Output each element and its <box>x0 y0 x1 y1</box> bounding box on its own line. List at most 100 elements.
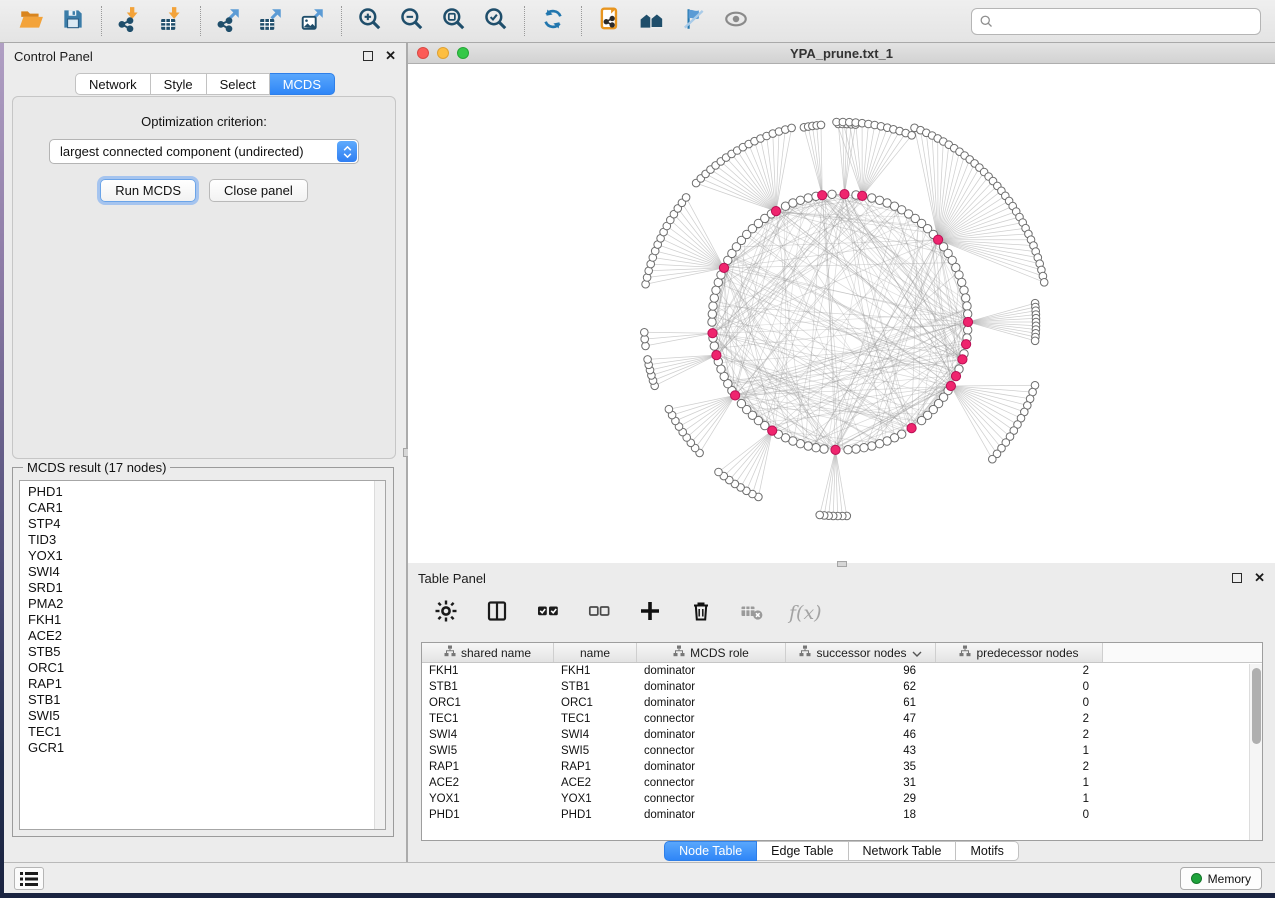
network-leaf-node[interactable] <box>1040 279 1048 287</box>
mcds-node[interactable] <box>818 191 827 200</box>
mcds-result-item[interactable]: STP4 <box>20 516 385 532</box>
table-row[interactable]: ACE2ACE2connector311 <box>422 775 1262 791</box>
close-table-panel-icon[interactable]: ✕ <box>1254 573 1265 583</box>
criterion-dropdown[interactable]: largest connected component (undirected) <box>49 139 359 164</box>
mcds-result-item[interactable]: ORC1 <box>20 660 385 676</box>
network-leaf-node[interactable] <box>644 356 652 364</box>
network-node[interactable] <box>804 442 812 450</box>
mcds-result-item[interactable]: STB5 <box>20 644 385 660</box>
mcds-result-item[interactable]: PMA2 <box>20 596 385 612</box>
network-home-button[interactable] <box>635 4 669 38</box>
mcds-result-item[interactable]: TID3 <box>20 532 385 548</box>
network-node[interactable] <box>963 302 971 310</box>
mcds-node[interactable] <box>708 329 717 338</box>
network-node[interactable] <box>868 194 876 202</box>
settings-button[interactable] <box>432 599 460 627</box>
import-table-button[interactable] <box>155 4 189 38</box>
network-leaf-node[interactable] <box>1031 337 1039 345</box>
tab-motifs[interactable]: Motifs <box>956 841 1018 861</box>
tab-mcds[interactable]: MCDS <box>270 73 335 95</box>
table-scrollbar-thumb[interactable] <box>1252 668 1261 744</box>
table-row[interactable]: RAP1RAP1dominator352 <box>422 759 1262 775</box>
mcds-node[interactable] <box>962 340 971 349</box>
export-network-button[interactable] <box>212 4 246 38</box>
network-node[interactable] <box>712 286 720 294</box>
table-row[interactable]: TEC1TEC1connector472 <box>422 711 1262 727</box>
save-session-button[interactable] <box>56 4 90 38</box>
network-leaf-node[interactable] <box>665 405 673 413</box>
float-panel-icon[interactable] <box>363 51 373 61</box>
mcds-result-item[interactable]: YOX1 <box>20 548 385 564</box>
column-header-name[interactable]: name <box>554 643 637 662</box>
mcds-list-scrollbar[interactable] <box>374 481 385 829</box>
network-node[interactable] <box>812 444 820 452</box>
network-node[interactable] <box>828 190 836 198</box>
show-graphics-button[interactable] <box>719 4 753 38</box>
mcds-node[interactable] <box>731 391 740 400</box>
column-header-shared-name[interactable]: shared name <box>422 643 554 662</box>
export-table-button[interactable] <box>254 4 288 38</box>
network-node[interactable] <box>709 302 717 310</box>
mcds-result-item[interactable]: RAP1 <box>20 676 385 692</box>
mcds-result-item[interactable]: FKH1 <box>20 612 385 628</box>
mcds-result-item[interactable]: CAR1 <box>20 500 385 516</box>
network-leaf-node[interactable] <box>641 329 649 337</box>
tab-style[interactable]: Style <box>151 73 207 95</box>
mcds-node[interactable] <box>946 381 955 390</box>
mcds-result-item[interactable]: GCR1 <box>20 740 385 756</box>
mcds-result-item[interactable]: SWI5 <box>20 708 385 724</box>
column-header-MCDS-role[interactable]: MCDS role <box>637 643 786 662</box>
mcds-node[interactable] <box>831 445 840 454</box>
hide-graphics-button[interactable] <box>677 4 711 38</box>
task-history-button[interactable] <box>14 867 44 890</box>
table-row[interactable]: STB1STB1dominator620 <box>422 679 1262 695</box>
import-network-button[interactable] <box>113 4 147 38</box>
delete-table-button[interactable] <box>738 599 766 627</box>
network-leaf-node[interactable] <box>817 121 825 129</box>
horizontal-splitter-grip[interactable] <box>837 561 847 567</box>
mcds-node[interactable] <box>840 190 849 199</box>
tab-network[interactable]: Network <box>75 73 151 95</box>
tab-edge-table[interactable]: Edge Table <box>757 841 848 861</box>
zoom-in-button[interactable] <box>353 4 387 38</box>
mcds-node[interactable] <box>907 424 916 433</box>
column-header-successor-nodes[interactable]: successor nodes <box>786 643 936 662</box>
apply-function-button[interactable]: f(x) <box>789 602 822 624</box>
network-node[interactable] <box>960 286 968 294</box>
tab-node-table[interactable]: Node Table <box>664 841 757 861</box>
mcds-result-item[interactable]: SWI4 <box>20 564 385 580</box>
table-row[interactable]: SWI5SWI5connector431 <box>422 743 1262 759</box>
mcds-node[interactable] <box>934 235 943 244</box>
close-panel-button[interactable]: Close panel <box>209 179 308 202</box>
network-canvas[interactable] <box>408 64 1275 563</box>
export-image-button[interactable] <box>296 4 330 38</box>
network-node[interactable] <box>710 294 718 302</box>
table-row[interactable]: ORC1ORC1dominator610 <box>422 695 1262 711</box>
mcds-node[interactable] <box>958 355 967 364</box>
mcds-result-item[interactable]: PHD1 <box>20 481 385 500</box>
add-row-button[interactable] <box>636 599 664 627</box>
network-node[interactable] <box>737 399 745 407</box>
run-mcds-button[interactable]: Run MCDS <box>100 179 196 202</box>
mcds-result-list[interactable]: PHD1CAR1STP4TID3YOX1SWI4SRD1PMA2FKH1ACE2… <box>19 480 386 830</box>
tab-select[interactable]: Select <box>207 73 270 95</box>
network-node[interactable] <box>917 416 925 424</box>
mcds-result-item[interactable]: STB1 <box>20 692 385 708</box>
mcds-node[interactable] <box>951 372 960 381</box>
open-file-button[interactable] <box>14 4 48 38</box>
network-node[interactable] <box>958 278 966 286</box>
close-panel-icon[interactable]: ✕ <box>385 51 396 61</box>
table-row[interactable]: YOX1YOX1connector291 <box>422 791 1262 807</box>
table-row[interactable]: SWI4SWI4dominator462 <box>422 727 1262 743</box>
tab-network-table[interactable]: Network Table <box>849 841 957 861</box>
column-header-predecessor-nodes[interactable]: predecessor nodes <box>936 643 1103 662</box>
network-node[interactable] <box>852 445 860 453</box>
float-table-panel-icon[interactable] <box>1232 573 1242 583</box>
share-document-button[interactable] <box>593 4 627 38</box>
mcds-result-item[interactable]: TEC1 <box>20 724 385 740</box>
network-leaf-node[interactable] <box>989 455 997 463</box>
mcds-node[interactable] <box>963 317 972 326</box>
apply-layout-button[interactable] <box>536 4 570 38</box>
mcds-result-item[interactable]: SRD1 <box>20 580 385 596</box>
search-input[interactable] <box>971 8 1261 35</box>
